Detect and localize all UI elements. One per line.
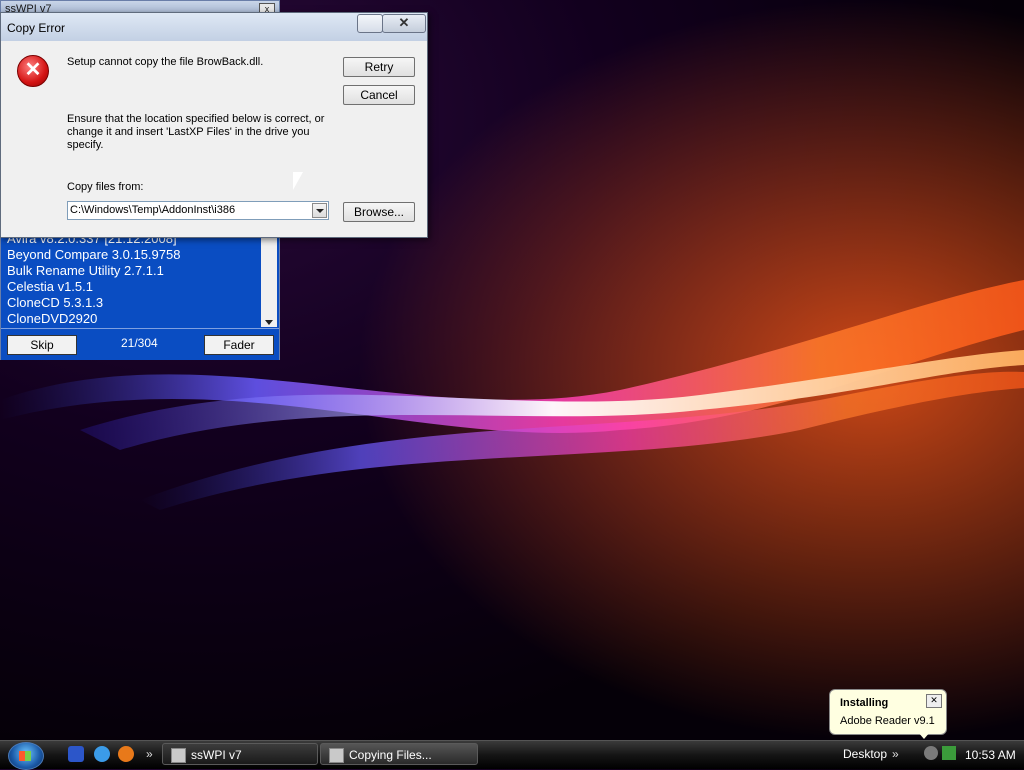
- minimize-button[interactable]: [357, 14, 383, 33]
- skip-button[interactable]: Skip: [7, 335, 77, 355]
- notification-close-button[interactable]: ✕: [926, 694, 942, 708]
- taskbar-item-label: Copying Files...: [349, 748, 432, 762]
- notification-tail: [918, 732, 930, 739]
- clock[interactable]: 10:53 AM: [965, 748, 1016, 762]
- taskbar-item-copying-files[interactable]: Copying Files...: [320, 743, 478, 765]
- taskbar: » ssWPI v7 Copying Files... Desktop » 10…: [0, 740, 1024, 770]
- desktop-chevron-icon[interactable]: »: [892, 747, 899, 761]
- error-icon: ✕: [17, 55, 49, 87]
- error-instructions: Ensure that the location specified below…: [67, 113, 325, 151]
- quicklaunch-chevron-icon[interactable]: »: [146, 747, 153, 761]
- browse-button[interactable]: Browse...: [343, 202, 415, 222]
- copy-path-value[interactable]: C:\Windows\Temp\AddonInst\i386: [70, 204, 235, 216]
- notification-title: Installing: [840, 697, 889, 709]
- list-item[interactable]: Beyond Compare 3.0.15.9758: [3, 247, 261, 263]
- list-item[interactable]: CloneDVD2920: [3, 311, 261, 327]
- installer-tray-icon[interactable]: [924, 746, 938, 760]
- error-message: Setup cannot copy the file BrowBack.dll.: [67, 56, 264, 68]
- copy-path-combobox[interactable]: C:\Windows\Temp\AddonInst\i386: [67, 201, 329, 220]
- scroll-down-icon[interactable]: [265, 320, 273, 325]
- notification-text: Adobe Reader v9.1: [840, 715, 935, 727]
- list-item[interactable]: CloneCD 5.3.1.3: [3, 295, 261, 311]
- list-item[interactable]: Bulk Rename Utility 2.7.1.1: [3, 263, 261, 279]
- copy-error-dialog: Copy Error ✕ ✕ Setup cannot copy the fil…: [0, 12, 428, 238]
- show-desktop-icon[interactable]: [68, 746, 84, 762]
- sswpi-bottom-bar: Skip 21/304 Fader: [1, 328, 279, 360]
- progress-counter: 21/304: [121, 336, 158, 350]
- copy-files-label: Copy files from:: [67, 181, 144, 193]
- internet-explorer-icon[interactable]: [94, 746, 110, 762]
- network-tray-icon[interactable]: [942, 746, 956, 760]
- taskbar-item-sswpi[interactable]: ssWPI v7: [162, 743, 318, 765]
- chevron-down-icon[interactable]: [312, 203, 327, 218]
- dialog-close-button[interactable]: ✕: [382, 14, 426, 33]
- mouse-cursor-icon: [293, 172, 303, 190]
- sswpi-app-icon: [171, 748, 186, 763]
- copying-files-app-icon: [329, 748, 344, 763]
- program-list[interactable]: Avira v8.2.0.337 [21.12.2008] Beyond Com…: [3, 231, 261, 327]
- list-scrollbar[interactable]: [261, 231, 277, 327]
- dialog-title-bar[interactable]: Copy Error ✕: [1, 13, 427, 41]
- cancel-button[interactable]: Cancel: [343, 85, 415, 105]
- desktop-toolbar-label[interactable]: Desktop: [843, 747, 887, 761]
- list-item[interactable]: Celestia v1.5.1: [3, 279, 261, 295]
- install-notification[interactable]: Installing Adobe Reader v9.1 ✕: [829, 689, 947, 735]
- taskbar-item-label: ssWPI v7: [191, 748, 242, 762]
- fader-button[interactable]: Fader: [204, 335, 274, 355]
- retry-button[interactable]: Retry: [343, 57, 415, 77]
- dialog-title: Copy Error: [7, 21, 66, 35]
- start-button[interactable]: [8, 742, 44, 770]
- firefox-icon[interactable]: [118, 746, 134, 762]
